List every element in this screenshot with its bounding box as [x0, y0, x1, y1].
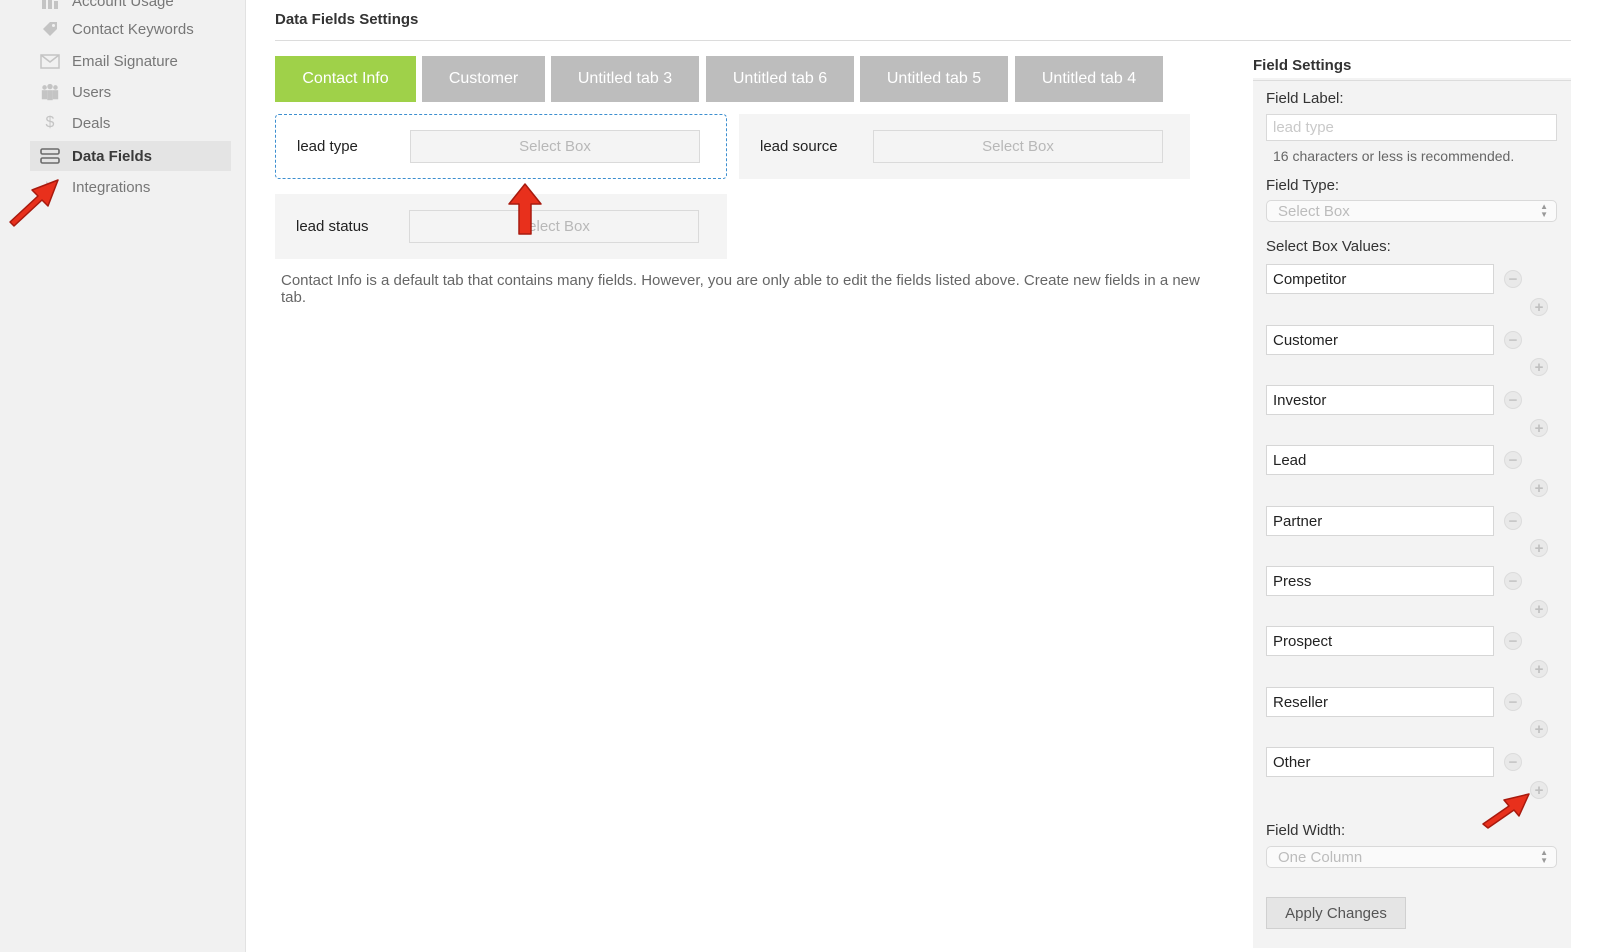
value-input-investor[interactable]: Investor [1266, 385, 1494, 415]
remove-value-icon[interactable]: − [1504, 391, 1522, 409]
sidebar-item-label: Account Usage [72, 0, 174, 10]
remove-value-icon[interactable]: − [1504, 693, 1522, 711]
field-width-value: One Column [1278, 848, 1363, 866]
add-value-icon[interactable]: + [1530, 358, 1548, 376]
title-divider [275, 40, 1571, 41]
remove-value-icon[interactable]: − [1504, 753, 1522, 771]
value-input-press[interactable]: Press [1266, 566, 1494, 596]
sidebar-item-contact-keywords[interactable]: Contact Keywords [30, 14, 231, 44]
field-card-lead-type[interactable]: lead type Select Box [275, 114, 727, 179]
info-text: Contact Info is a default tab that conta… [281, 272, 1200, 306]
field-label-title: Field Label: [1266, 90, 1344, 107]
field-width-title: Field Width: [1266, 822, 1346, 839]
envelope-icon [40, 52, 60, 70]
add-value-icon[interactable]: + [1530, 660, 1548, 678]
sidebar-item-label: Email Signature [72, 52, 178, 70]
select-arrows-icon: ▲ ▼ [1540, 848, 1548, 865]
field-label-hint: 16 characters or less is recommended. [1273, 148, 1515, 164]
users-icon [40, 83, 60, 101]
panel-heading: Field Settings [1253, 57, 1352, 74]
sidebar: Account Usage Contact Keywords Email Sig… [0, 0, 246, 952]
field-width-select[interactable]: One Column ▲ ▼ [1266, 846, 1557, 868]
add-value-icon[interactable]: + [1530, 600, 1548, 618]
select-arrows-icon: ▲ ▼ [1540, 202, 1548, 219]
value-input-customer[interactable]: Customer [1266, 325, 1494, 355]
tab-untitled-5[interactable]: Untitled tab 5 [860, 56, 1008, 102]
add-value-icon[interactable]: + [1530, 781, 1548, 799]
add-value-icon[interactable]: + [1530, 479, 1548, 497]
add-value-icon[interactable]: + [1530, 298, 1548, 316]
bar-chart-icon [40, 0, 60, 10]
tab-customer[interactable]: Customer [422, 56, 545, 102]
value-input-prospect[interactable]: Prospect [1266, 626, 1494, 656]
page-title: Data Fields Settings [275, 11, 419, 28]
sidebar-item-label: Integrations [72, 178, 151, 196]
tab-untitled-4[interactable]: Untitled tab 4 [1015, 56, 1163, 102]
value-input-partner[interactable]: Partner [1266, 506, 1494, 536]
select-box-placeholder: Select Box [409, 210, 699, 243]
annotation-arrow-icon [508, 183, 542, 235]
sidebar-item-integrations[interactable]: Integrations [30, 172, 231, 202]
field-label: lead status [296, 218, 369, 235]
select-box-values-title: Select Box Values: [1266, 238, 1391, 255]
add-value-icon[interactable]: + [1530, 539, 1548, 557]
sidebar-item-label: Data Fields [72, 147, 153, 165]
tab-untitled-6[interactable]: Untitled tab 6 [706, 56, 854, 102]
sidebar-item-deals[interactable]: $ Deals [30, 108, 231, 138]
remove-value-icon[interactable]: − [1504, 572, 1522, 590]
remove-value-icon[interactable]: − [1504, 512, 1522, 530]
remove-value-icon[interactable]: − [1504, 270, 1522, 288]
sidebar-item-label: Users [72, 83, 112, 101]
field-type-value: Select Box [1278, 202, 1350, 220]
value-input-competitor[interactable]: Competitor [1266, 264, 1494, 294]
field-card-lead-source[interactable]: lead source Select Box [739, 114, 1190, 179]
sidebar-item-label: Contact Keywords [72, 20, 194, 38]
field-type-title: Field Type: [1266, 177, 1340, 194]
tag-icon [40, 20, 60, 38]
field-type-select[interactable]: Select Box ▲ ▼ [1266, 200, 1557, 222]
value-input-lead[interactable]: Lead [1266, 445, 1494, 475]
field-label-input[interactable]: lead type [1266, 114, 1557, 141]
field-label: lead source [760, 138, 838, 155]
database-icon [40, 147, 60, 165]
sidebar-item-users[interactable]: Users [30, 77, 231, 107]
add-value-icon[interactable]: + [1530, 720, 1548, 738]
remove-value-icon[interactable]: − [1504, 632, 1522, 650]
select-box-placeholder: Select Box [410, 130, 700, 163]
sidebar-item-label: Deals [72, 114, 111, 132]
sidebar-item-data-fields[interactable]: Data Fields [30, 141, 231, 171]
remove-value-icon[interactable]: − [1504, 451, 1522, 469]
tab-contact-info[interactable]: Contact Info [275, 56, 416, 102]
select-box-placeholder: Select Box [873, 130, 1163, 163]
field-label: lead type [297, 138, 358, 155]
dollar-icon: $ [45, 114, 55, 131]
value-input-other[interactable]: Other [1266, 747, 1494, 777]
sidebar-item-email-signature[interactable]: Email Signature [30, 46, 231, 76]
annotation-arrow-icon [1482, 793, 1530, 829]
remove-value-icon[interactable]: − [1504, 331, 1522, 349]
add-value-icon[interactable]: + [1530, 419, 1548, 437]
value-input-reseller[interactable]: Reseller [1266, 687, 1494, 717]
annotation-arrow-icon [9, 179, 59, 227]
tab-untitled-3[interactable]: Untitled tab 3 [551, 56, 699, 102]
panel-divider [1253, 80, 1571, 81]
apply-changes-button[interactable]: Apply Changes [1266, 897, 1406, 929]
field-card-lead-status[interactable]: lead status Select Box [275, 194, 727, 259]
